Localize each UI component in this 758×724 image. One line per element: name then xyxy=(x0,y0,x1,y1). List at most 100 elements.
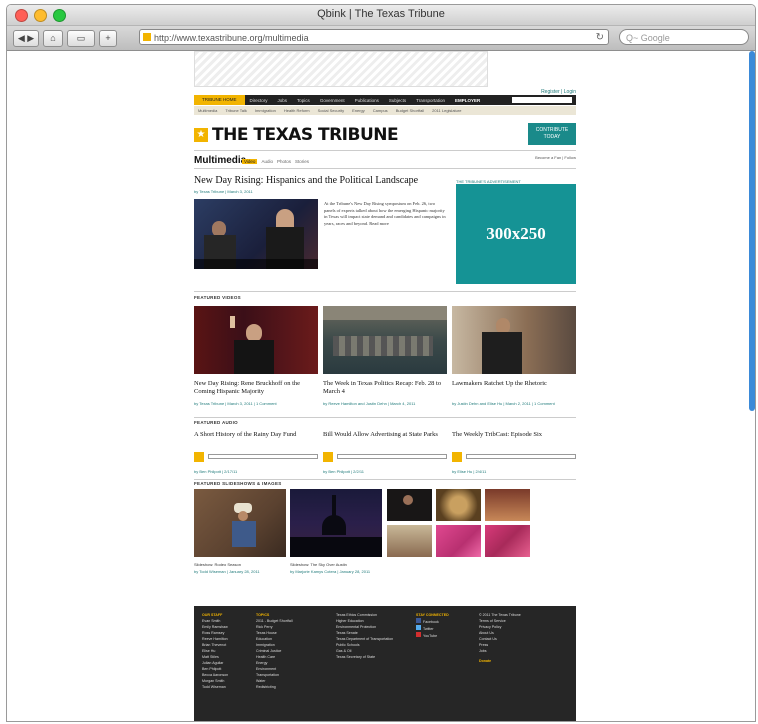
nav-item[interactable]: Transportation xyxy=(411,98,450,103)
subnav-item[interactable]: Campus xyxy=(369,108,392,113)
subnav-item[interactable]: Multimedia xyxy=(194,108,221,113)
audio-byline: by Elise Hu | 2/4/11 xyxy=(452,469,487,474)
video-thumbnail[interactable] xyxy=(452,306,576,374)
audio-player[interactable] xyxy=(452,452,576,464)
twitter-icon xyxy=(416,625,421,630)
subnav-item[interactable]: Immigration xyxy=(251,108,280,113)
subnav-item[interactable]: Social Security xyxy=(314,108,348,113)
audio-track[interactable] xyxy=(466,454,576,459)
search-input[interactable]: Q~ Google xyxy=(619,29,749,45)
nav-item[interactable]: Publications xyxy=(350,98,384,103)
screenshot-button[interactable]: ▭ xyxy=(67,30,95,47)
site-search-input[interactable] xyxy=(512,97,572,103)
contribute-button[interactable]: CONTRIBUTE TODAY xyxy=(528,123,576,145)
main-nav: TRIBUNE HOME Directory Jobs Topics Gover… xyxy=(194,95,576,105)
nav-item[interactable]: EMPLOYER xyxy=(450,98,485,103)
footer-column-more: Texas Ethics Commission Higher Education… xyxy=(336,612,393,660)
nav-item[interactable]: Jobs xyxy=(273,98,293,103)
nav-item[interactable]: Directory xyxy=(245,98,273,103)
video-title[interactable]: New Day Rising: Rene Bruckhoff on the Co… xyxy=(194,380,318,396)
lead-video-thumbnail[interactable] xyxy=(194,199,318,269)
video-controls[interactable] xyxy=(194,259,318,269)
slideshow-thumbnail[interactable] xyxy=(290,489,382,557)
footer-link[interactable]: Texas Secretary of State xyxy=(336,654,393,660)
nav-item[interactable]: Subjects xyxy=(384,98,411,103)
nav-item-home[interactable]: TRIBUNE HOME xyxy=(194,95,245,105)
divider xyxy=(194,479,576,480)
top-banner-ad[interactable] xyxy=(194,51,488,87)
video-thumbnail[interactable] xyxy=(323,306,447,374)
youtube-label: YouTube xyxy=(423,634,438,638)
photo-thumbnail[interactable] xyxy=(387,489,432,521)
subnav-item[interactable]: Tribune Talk xyxy=(221,108,251,113)
slideshow-caption[interactable]: Slideshow: The Sky Over Austin xyxy=(290,562,347,567)
footer-link[interactable]: Jobs xyxy=(479,648,521,654)
tab-stories[interactable]: Stories xyxy=(295,159,309,164)
footer-link[interactable]: Facebook xyxy=(416,618,449,625)
audio-player[interactable] xyxy=(323,452,447,464)
tab-video[interactable]: Video xyxy=(242,159,258,164)
footer-donate-link[interactable]: Donate xyxy=(479,658,521,664)
scrollbar[interactable] xyxy=(749,51,755,411)
tab-audio[interactable]: Audio xyxy=(261,159,273,164)
subnav-item[interactable]: Health Reform xyxy=(280,108,314,113)
home-button[interactable]: ⌂ xyxy=(43,30,63,47)
video-byline: by Texas Tribune | March 3, 2011 | 1 Com… xyxy=(194,401,277,406)
site-logo[interactable]: ★ THE TEXAS TRIBUNE xyxy=(194,124,399,146)
browser-window: Qbink | The Texas Tribune ◀ ▶ ⌂ ▭ + http… xyxy=(6,4,756,722)
featured-slideshows-heading: FEATURED SLIDESHOWS & IMAGES xyxy=(194,481,282,486)
featured-audio-heading: FEATURED AUDIO xyxy=(194,420,238,425)
add-bookmark-button[interactable]: + xyxy=(99,30,117,47)
section-title: Multimedia xyxy=(194,155,247,166)
audio-track[interactable] xyxy=(208,454,318,459)
tab-photos[interactable]: Photos xyxy=(277,159,291,164)
back-forward-button[interactable]: ◀ ▶ xyxy=(13,30,39,47)
subnav-item[interactable]: Energy xyxy=(348,108,369,113)
photo-thumbnail[interactable] xyxy=(436,525,481,557)
audio-title[interactable]: A Short History of the Rainy Day Fund xyxy=(194,431,318,439)
logo-text: THE TEXAS TRIBUNE xyxy=(212,125,399,145)
slideshow-caption[interactable]: Slideshow: Rodeo Season xyxy=(194,562,241,567)
nav-item[interactable]: Government xyxy=(315,98,350,103)
video-byline: by Reeve Hamilton and Justin Dehn | Marc… xyxy=(323,401,416,406)
lead-summary: At the Tribune's New Day Rising symposiu… xyxy=(324,201,446,226)
audio-player[interactable] xyxy=(194,452,318,464)
social-links[interactable]: Become a Fan | Follow xyxy=(535,155,576,160)
slideshow-thumbnail[interactable] xyxy=(194,489,286,557)
play-icon[interactable] xyxy=(194,452,204,462)
browser-toolbar: ◀ ▶ ⌂ ▭ + http://www.texastribune.org/mu… xyxy=(7,26,755,51)
video-title[interactable]: The Week in Texas Politics Recap: Feb. 2… xyxy=(323,380,447,396)
sub-nav: Multimedia Tribune Talk Immigration Heal… xyxy=(194,106,576,115)
address-bar[interactable]: http://www.texastribune.org/multimedia ↻ xyxy=(139,29,609,45)
photo-thumbnail[interactable] xyxy=(485,525,530,557)
footer-link[interactable]: Twitter xyxy=(416,625,449,632)
footer-link[interactable]: YouTube xyxy=(416,632,449,639)
audio-title[interactable]: Bill Would Allow Advertising at State Pa… xyxy=(323,431,447,439)
audio-title[interactable]: The Weekly TribCast: Episode Six xyxy=(452,431,576,439)
audio-byline: by Ben Philpott | 2/2/11 xyxy=(323,469,364,474)
photo-thumbnail[interactable] xyxy=(485,489,530,521)
footer-column-topics: TOPICS 2011 - Budget Shortfall Rick Perr… xyxy=(256,612,293,690)
window-title: Qbink | The Texas Tribune xyxy=(317,8,445,20)
photo-thumbnail[interactable] xyxy=(436,489,481,521)
page-viewport: Register | Login TRIBUNE HOME Directory … xyxy=(7,51,755,721)
play-icon[interactable] xyxy=(452,452,462,462)
subnav-item[interactable]: Budget Shortfall xyxy=(392,108,428,113)
audio-track[interactable] xyxy=(337,454,447,459)
divider xyxy=(194,168,576,169)
footer-link[interactable]: Redistricting xyxy=(256,684,293,690)
site-favicon-icon xyxy=(143,33,151,41)
nav-item[interactable]: Topics xyxy=(292,98,315,103)
sidebar-ad[interactable]: 300x250 xyxy=(456,184,576,284)
reload-icon[interactable]: ↻ xyxy=(596,30,604,44)
footer-link[interactable]: Todd Wiseman xyxy=(202,684,228,690)
play-icon[interactable] xyxy=(323,452,333,462)
photo-thumbnail[interactable] xyxy=(387,525,432,557)
lead-headline[interactable]: New Day Rising: Hispanics and the Politi… xyxy=(194,175,418,186)
video-title[interactable]: Lawmakers Ratchet Up the Rhetoric xyxy=(452,380,576,388)
divider xyxy=(194,150,576,151)
facebook-icon xyxy=(416,618,421,623)
video-thumbnail[interactable] xyxy=(194,306,318,374)
divider xyxy=(194,417,576,418)
subnav-item[interactable]: 2011 Legislature xyxy=(428,108,465,113)
